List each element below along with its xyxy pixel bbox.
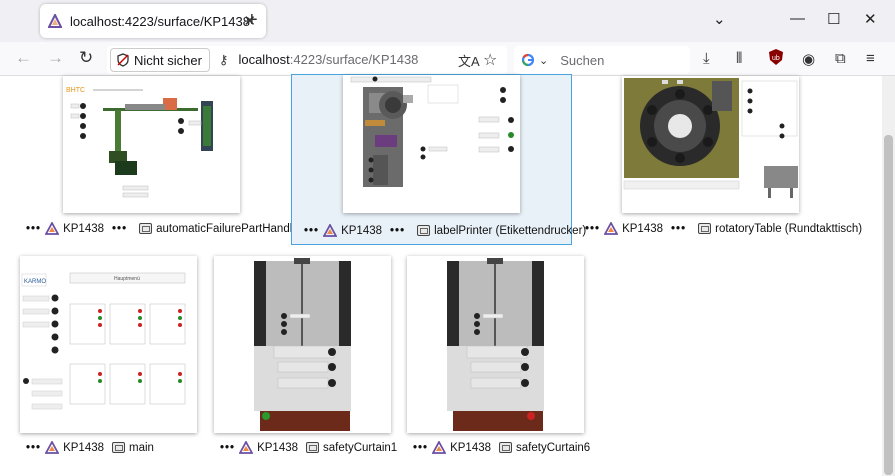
surface-monitor-icon: [417, 225, 431, 236]
url-path: :4223/surface/KP1438: [289, 52, 419, 67]
surface-monitor-icon: [499, 442, 513, 453]
search-bar[interactable]: ⌄ Suchen: [514, 46, 690, 74]
more-options-icon[interactable]: •••: [413, 442, 428, 454]
minimize-icon[interactable]: —: [790, 10, 805, 27]
google-g-icon: [521, 53, 535, 67]
surface-card[interactable]: ••• KP1438 ••• labelPrinter (Etikettendr…: [291, 74, 586, 245]
surface-monitor-icon: [698, 223, 712, 234]
extensions-icon[interactable]: ⧉: [835, 50, 846, 67]
address-bar[interactable]: Nicht sicher ⚷ localhost:4223/surface/KP…: [107, 46, 507, 74]
more-options-icon[interactable]: •••: [220, 442, 235, 454]
project-triangle-icon: [45, 222, 60, 235]
surface-monitor-icon: [139, 223, 153, 234]
surface-card[interactable]: ••• KP1438 safetyCurtain6: [405, 256, 590, 456]
more-options-icon[interactable]: •••: [112, 223, 127, 235]
surface-name: labelPrinter (Etikettendrucker): [434, 224, 587, 237]
surface-name: main: [129, 441, 154, 454]
surface-card[interactable]: ••• KP1438 ••• rotatoryTable (Rundtaktti…: [585, 76, 862, 241]
project-triangle-icon: [604, 222, 619, 235]
surface-label: ••• KP1438 safetyCurtain1: [220, 441, 397, 454]
reload-icon[interactable]: ↻: [79, 48, 93, 68]
surface-gallery: BHTC ••• KP1438 ••• automaticFailurePart…: [0, 74, 882, 476]
surface-label: ••• KP1438 ••• rotatoryTable (Rundtaktti…: [585, 222, 862, 235]
browser-tab[interactable]: localhost:4223/surface/KP1438 ✕: [40, 4, 266, 38]
scrollbar-thumb[interactable]: [884, 135, 893, 475]
menu-icon[interactable]: ≡: [866, 50, 875, 67]
tab-title: localhost:4223/surface/KP1438: [70, 13, 250, 29]
surface-label: ••• KP1438 safetyCurtain6: [413, 441, 590, 454]
not-secure-label: Nicht sicher: [134, 52, 202, 68]
maximize-icon[interactable]: ☐: [827, 10, 840, 28]
surface-card[interactable]: KARMO Hauptmenü ••• KP1438 main: [18, 256, 203, 456]
more-options-icon[interactable]: •••: [26, 442, 41, 454]
project-triangle-icon: [239, 441, 254, 454]
more-options-icon[interactable]: •••: [585, 223, 600, 235]
project-triangle-icon: [432, 441, 447, 454]
surface-monitor-icon: [112, 442, 126, 453]
surface-monitor-icon: [306, 442, 320, 453]
project-name: KP1438: [622, 222, 664, 235]
url-text[interactable]: localhost:4223/surface/KP1438: [238, 51, 418, 69]
downloads-icon[interactable]: ⤓: [703, 50, 710, 67]
account-icon[interactable]: ◉: [802, 50, 815, 68]
surface-label: ••• KP1438 ••• automaticFailurePartHandl…: [26, 222, 308, 235]
svg-text:ub: ub: [772, 55, 780, 62]
navigation-bar: ← → ↻ Nicht sicher ⚷ localhost:4223/surf…: [0, 42, 895, 76]
more-options-icon[interactable]: •••: [304, 225, 319, 237]
url-host: localhost: [238, 52, 290, 67]
bookmark-star-icon[interactable]: ☆: [483, 50, 497, 70]
forward-icon[interactable]: →: [47, 48, 64, 68]
more-options-icon[interactable]: •••: [390, 225, 405, 237]
surface-name: safetyCurtain6: [516, 441, 591, 454]
project-name: KP1438: [63, 222, 105, 235]
permissions-key-icon[interactable]: ⚷: [219, 52, 229, 68]
translate-icon[interactable]: 文A: [458, 51, 480, 70]
surface-thumbnail[interactable]: KARMO Hauptmenü: [20, 256, 197, 433]
surface-label: ••• KP1438 ••• labelPrinter (Etikettendr…: [304, 224, 586, 237]
more-options-icon[interactable]: •••: [26, 223, 41, 235]
project-name: KP1438: [341, 224, 383, 237]
surface-thumbnail[interactable]: [214, 256, 391, 433]
surface-name: rotatoryTable (Rundtakttisch): [715, 222, 863, 235]
search-engine-chevron-icon[interactable]: ⌄: [539, 54, 548, 67]
surface-card[interactable]: ••• KP1438 safetyCurtain1: [212, 256, 397, 456]
library-icon[interactable]: ⫴: [736, 50, 742, 67]
close-window-icon[interactable]: ✕: [864, 10, 877, 28]
ublock-icon[interactable]: ub: [769, 49, 783, 69]
app-triangle-icon: [48, 14, 62, 28]
project-name: KP1438: [63, 441, 105, 454]
surface-thumbnail[interactable]: [343, 75, 520, 213]
project-triangle-icon: [323, 224, 338, 237]
surface-name: safetyCurtain1: [323, 441, 398, 454]
back-icon[interactable]: ←: [15, 48, 32, 68]
bhtc-logo: BHTC: [66, 87, 85, 94]
karmo-logo: KARMO: [24, 279, 46, 285]
surface-card[interactable]: BHTC ••• KP1438 ••• automaticFailurePart…: [18, 76, 308, 241]
search-placeholder: Suchen: [560, 52, 605, 68]
project-name: KP1438: [257, 441, 299, 454]
tab-bar: localhost:4223/surface/KP1438 ✕ + ⌄ — ☐ …: [0, 0, 895, 42]
more-options-icon[interactable]: •••: [671, 223, 686, 235]
surface-thumbnail[interactable]: [407, 256, 584, 433]
surface-thumbnail[interactable]: [622, 76, 799, 213]
main-header: Hauptmenü: [114, 276, 140, 282]
surface-thumbnail[interactable]: BHTC: [63, 76, 240, 213]
tab-list-chevron-icon[interactable]: ⌄: [713, 10, 726, 28]
project-name: KP1438: [450, 441, 492, 454]
not-secure-badge[interactable]: Nicht sicher: [110, 48, 210, 72]
not-secure-shield-icon: [117, 53, 129, 67]
project-triangle-icon: [45, 441, 60, 454]
new-tab-icon[interactable]: +: [246, 9, 258, 32]
surface-label: ••• KP1438 main: [26, 441, 154, 454]
surface-name: automaticFailurePartHandling: [156, 222, 308, 235]
